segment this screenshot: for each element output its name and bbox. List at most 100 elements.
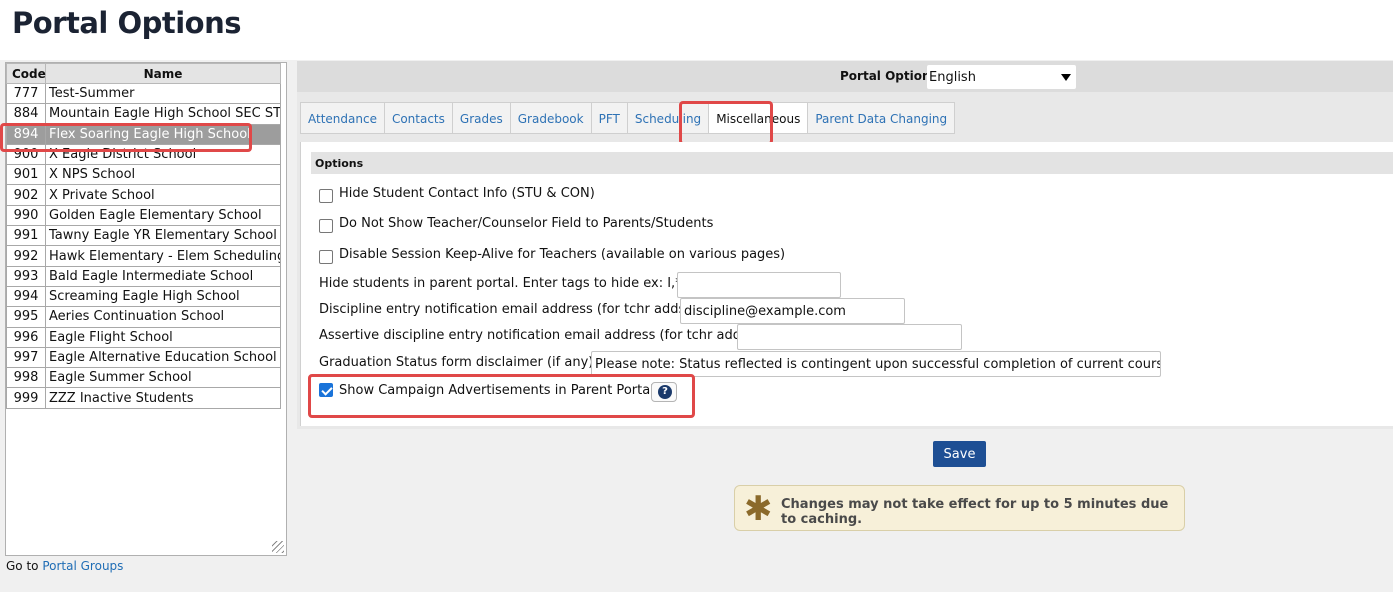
school-name: Test-Summer [45,82,281,105]
assertive-email-label: Assertive discipline entry notification … [319,328,758,343]
save-button[interactable]: Save [933,441,986,467]
options-section-header: Options [311,152,1393,174]
school-code: 900 [6,143,46,166]
school-code: 901 [6,164,46,186]
school-name: Mountain Eagle High School SEC STF [45,103,281,125]
school-row[interactable]: 777 Test-Summer [6,82,281,105]
tab-miscellaneous[interactable]: Miscellaneous [708,102,808,134]
campaign-ads-label: Show Campaign Advertisements in Parent P… [339,382,654,398]
tab-bar: Attendance Contacts Grades Gradebook PFT… [300,102,956,134]
code-column-header[interactable]: Code [6,63,46,84]
school-code: 997 [6,346,46,369]
school-row[interactable]: 894 Flex Soaring Eagle High School [6,123,281,145]
school-code: 995 [6,306,46,328]
disable-keepalive-row: Disable Session Keep-Alive for Teachers … [319,244,785,264]
school-row[interactable]: 994 Screaming Eagle High School [6,285,281,308]
school-name: Bald Eagle Intermediate School [45,265,281,287]
discipline-email-input[interactable]: discipline@example.com [680,298,905,324]
school-name: ZZZ Inactive Students [45,387,281,409]
school-name: X NPS School [45,164,281,186]
school-code: 993 [6,265,46,287]
school-name: Eagle Flight School [45,326,281,348]
school-row[interactable]: 902 X Private School [6,184,281,206]
name-column-header[interactable]: Name [45,63,281,84]
chevron-down-icon [1061,74,1071,81]
tab-gradebook[interactable]: Gradebook [509,102,591,134]
tab-contacts[interactable]: Contacts [383,102,452,134]
school-code: 996 [6,326,46,348]
school-code: 990 [6,204,46,227]
resize-grip-icon[interactable] [272,541,284,553]
school-name: Flex Soaring Eagle High School [45,123,281,145]
school-name: Hawk Elementary - Elem Scheduling [45,245,281,267]
graduation-disclaimer-input[interactable]: Please note: Status reflected is conting… [591,351,1161,377]
portal-groups-link[interactable]: Portal Groups [42,559,123,573]
tab-attendance[interactable]: Attendance [300,102,384,134]
portal-options-bar: Portal Options: English [297,61,1393,92]
tab-grades[interactable]: Grades [451,102,510,134]
language-select[interactable]: English [927,65,1076,89]
school-row[interactable]: 991 Tawny Eagle YR Elementary School [6,225,281,247]
school-code: 902 [6,184,46,206]
caching-notice-text: Changes may not take effect for up to 5 … [781,497,1169,527]
school-row[interactable]: 995 Aeries Continuation School [6,306,281,328]
school-row[interactable]: 884 Mountain Eagle High School SEC STF [6,103,281,125]
campaign-ads-checkbox[interactable] [319,383,333,397]
school-name: X Eagle District School [45,143,281,166]
assertive-email-input[interactable] [737,324,962,350]
discipline-email-label: Discipline entry notification email addr… [319,302,695,317]
options-panel: Options Hide Student Contact Info (STU &… [300,142,1393,426]
language-select-value: English [929,70,976,85]
school-code: 991 [6,225,46,247]
school-row[interactable]: 901 X NPS School [6,164,281,186]
goto-portal-groups: Go to Portal Groups [6,559,123,573]
school-row[interactable]: 990 Golden Eagle Elementary School [6,204,281,227]
hide-contact-info-row: Hide Student Contact Info (STU & CON) [319,183,595,203]
graduation-disclaimer-label: Graduation Status form disclaimer (if an… [319,355,598,370]
school-table-header: Code Name [6,63,281,84]
tab-parent-data-changing[interactable]: Parent Data Changing [807,102,956,134]
school-table: Code Name 777 Test-Summer 884 Mountain Eagl… [6,63,281,409]
school-name: Aeries Continuation School [45,306,281,328]
school-row[interactable]: 998 Eagle Summer School [6,367,281,389]
caching-notice: ✱ Changes may not take effect for up to … [734,485,1185,531]
disable-keepalive-label: Disable Session Keep-Alive for Teachers … [339,246,786,262]
school-code: 894 [6,123,46,145]
tab-scheduling[interactable]: Scheduling [626,102,709,134]
school-row[interactable]: 900 X Eagle District School [6,143,281,166]
campaign-ads-row: Show Campaign Advertisements in Parent P… [319,380,654,400]
school-row[interactable]: 997 Eagle Alternative Education School [6,346,281,369]
hide-contact-info-label: Hide Student Contact Info (STU & CON) [339,185,595,201]
school-name: Eagle Summer School [45,367,281,389]
question-circle-icon: ? [658,385,672,399]
school-code: 998 [6,367,46,389]
tab-pft[interactable]: PFT [590,102,627,134]
school-code: 994 [6,285,46,308]
disable-keepalive-checkbox[interactable] [319,249,333,264]
hide-contact-info-checkbox[interactable] [319,188,333,203]
school-name: Tawny Eagle YR Elementary School [45,225,281,247]
school-code: 777 [6,82,46,105]
school-name: Eagle Alternative Education School [45,346,281,369]
school-row[interactable]: 993 Bald Eagle Intermediate School [6,265,281,287]
school-list-panel: Code Name 777 Test-Summer 884 Mountain Eagl… [5,62,287,556]
school-row[interactable]: 992 Hawk Elementary - Elem Scheduling [6,245,281,267]
school-name: Golden Eagle Elementary School [45,204,281,227]
hide-students-label: Hide students in parent portal. Enter ta… [319,276,696,291]
school-name: X Private School [45,184,281,206]
hide-teacher-field-label: Do Not Show Teacher/Counselor Field to P… [339,215,714,231]
school-code: 999 [6,387,46,409]
school-code: 992 [6,245,46,267]
page-header: Portal Options [0,0,1393,60]
hide-teacher-field-row: Do Not Show Teacher/Counselor Field to P… [319,213,713,233]
hide-students-input[interactable] [677,272,841,298]
asterisk-icon: ✱ [744,489,773,529]
campaign-ads-help-button[interactable]: ? [651,382,677,402]
goto-prefix: Go to [6,559,39,573]
school-row[interactable]: 996 Eagle Flight School [6,326,281,348]
page-title: Portal Options [12,6,242,40]
hide-teacher-field-checkbox[interactable] [319,218,333,233]
school-code: 884 [6,103,46,125]
school-name: Screaming Eagle High School [45,285,281,308]
school-row[interactable]: 999 ZZZ Inactive Students [6,387,281,409]
